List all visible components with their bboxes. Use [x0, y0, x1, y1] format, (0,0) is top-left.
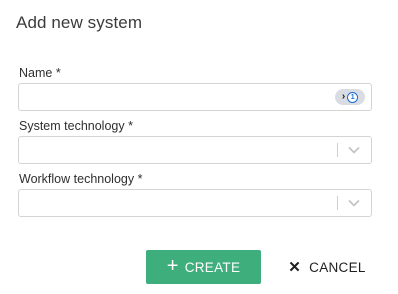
select-separator [337, 143, 338, 157]
chevron-right-icon: › [341, 91, 346, 102]
workflow-technology-select[interactable] [18, 189, 372, 217]
chevron-down-icon [348, 199, 360, 207]
system-technology-select[interactable] [18, 136, 372, 164]
chevron-down-icon [348, 146, 360, 154]
name-label: Name * [19, 66, 61, 80]
add-system-dialog: Add new system Name * › 1 System technol… [0, 0, 398, 294]
workflow-technology-dropdown-indicator[interactable] [337, 190, 371, 216]
name-input[interactable] [19, 84, 335, 110]
1password-icon: 1 [347, 91, 359, 103]
cancel-button-label: CANCEL [309, 259, 366, 275]
close-icon: ✕ [288, 258, 302, 276]
system-technology-dropdown-indicator[interactable] [337, 137, 371, 163]
cancel-button[interactable]: ✕ CANCEL [282, 250, 372, 284]
system-technology-label: System technology * [19, 119, 133, 133]
create-button[interactable]: + CREATE [146, 250, 261, 284]
create-button-label: CREATE [184, 259, 241, 275]
plus-icon: + [166, 255, 179, 277]
name-field-container: › 1 [18, 83, 372, 111]
dialog-title: Add new system [16, 13, 143, 32]
select-separator [337, 196, 338, 210]
workflow-technology-label: Workflow technology * [19, 172, 143, 186]
password-manager-badge[interactable]: › 1 [335, 89, 365, 105]
